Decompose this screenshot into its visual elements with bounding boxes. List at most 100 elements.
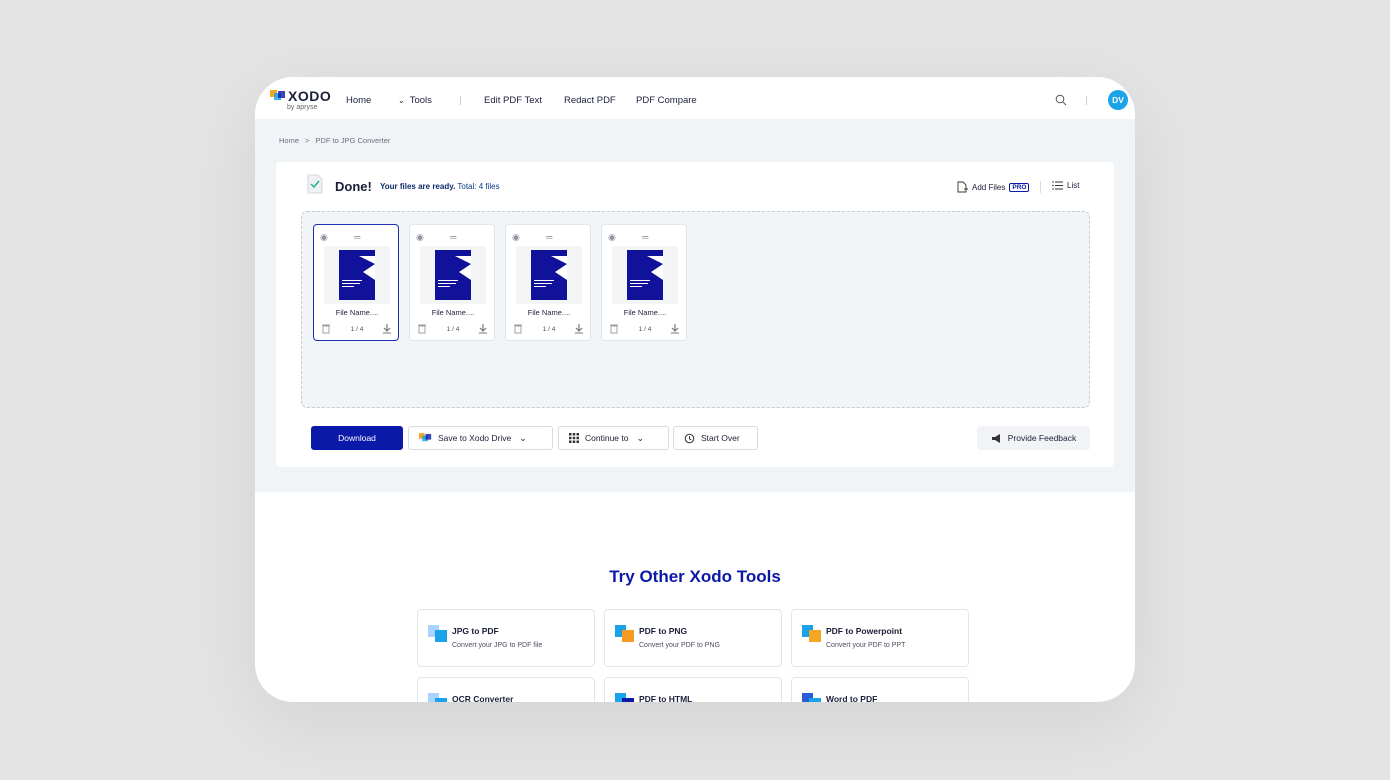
add-file-icon (957, 181, 968, 193)
list-label: List (1067, 181, 1080, 190)
eye-icon[interactable]: ◉ (608, 232, 616, 243)
grid-icon (569, 433, 579, 443)
file-thumbnail (516, 246, 582, 304)
add-files-label: Add Files (972, 182, 1006, 192)
page-graphic-icon (630, 256, 663, 287)
download-icon[interactable] (670, 323, 680, 334)
tool-card-pdf-to-png[interactable]: PDF to PNG Convert your PDF to PNG (604, 609, 782, 667)
tool-description: Convert your JPG to PDF file (452, 642, 543, 649)
tool-card-pdf-to-powerpoint[interactable]: PDF to Powerpoint Convert your PDF to PP… (791, 609, 969, 667)
status-title: Done! (335, 179, 372, 194)
logo-subtext: by apryse (287, 104, 318, 111)
tool-name: Word to PDF (826, 694, 878, 702)
pdf-to-html-icon (615, 693, 634, 702)
provide-feedback-label: Provide Feedback (1007, 433, 1077, 443)
file-done-icon (307, 174, 323, 194)
drag-handle-icon[interactable]: ═ (546, 232, 552, 242)
file-name: File Name.... (431, 308, 475, 317)
search-icon[interactable] (1055, 94, 1067, 106)
toolbar-divider (1040, 181, 1041, 193)
tool-card-pdf-to-html[interactable]: PDF to HTML (604, 677, 782, 702)
drag-handle-icon[interactable]: ═ (450, 232, 456, 242)
tool-name: PDF to Powerpoint (826, 626, 903, 636)
nav-edit-pdf-text[interactable]: Edit PDF Text (484, 95, 542, 106)
pdf-page-preview (339, 250, 375, 300)
page-graphic-icon (342, 256, 375, 287)
xodo-logo[interactable]: XODO by apryse (270, 88, 332, 112)
status-total: Total: 4 files (457, 182, 500, 191)
xodo-logo-icon (270, 90, 285, 100)
jpg-to-pdf-icon (428, 625, 447, 642)
pro-badge: PRO (1009, 182, 1030, 192)
nav-divider (1086, 96, 1087, 105)
download-icon[interactable] (574, 323, 584, 334)
download-icon[interactable] (478, 323, 488, 334)
tool-name: JPG to PDF (452, 626, 499, 636)
breadcrumb-current: PDF to JPG Converter (315, 136, 391, 145)
pdf-page-preview (435, 250, 471, 300)
tool-description: Convert your PDF to PPT (826, 642, 906, 649)
tool-name: OCR Converter (452, 694, 514, 702)
file-card[interactable]: ◉ ═ File Name.... 1 / 4 (409, 224, 495, 341)
logo-text: XODO (288, 88, 332, 104)
download-icon[interactable] (382, 323, 392, 334)
breadcrumb: Home > PDF to JPG Converter (279, 136, 390, 145)
pdf-page-preview (627, 250, 663, 300)
browser-window: XODO by apryse Home ⌄ Tools Edit PDF Text… (255, 77, 1135, 702)
tool-card-jpg-to-pdf[interactable]: JPG to PDF Convert your JPG to PDF file (417, 609, 595, 667)
word-to-pdf-icon (802, 693, 821, 702)
file-name: File Name.... (527, 308, 571, 317)
list-icon (1052, 181, 1063, 190)
xodo-drive-icon (419, 433, 432, 442)
nav-redact-pdf[interactable]: Redact PDF (564, 95, 616, 106)
breadcrumb-separator: > (305, 136, 310, 145)
chevron-down-icon: ⌄ (398, 96, 405, 105)
provide-feedback-button[interactable]: Provide Feedback (977, 426, 1090, 450)
history-icon (684, 433, 695, 443)
start-over-label: Start Over (701, 433, 740, 443)
avatar[interactable]: DV (1108, 90, 1128, 110)
file-thumbnail (324, 246, 390, 304)
page-graphic-icon (438, 256, 471, 287)
file-thumbnail (420, 246, 486, 304)
add-files-button[interactable]: Add Files PRO (957, 181, 1030, 193)
tool-description: Convert your PDF to PNG (639, 642, 720, 649)
tool-card-word-to-pdf[interactable]: Word to PDF (791, 677, 969, 702)
drag-handle-icon[interactable]: ═ (354, 232, 360, 242)
tool-card-ocr-converter[interactable]: OCR Converter (417, 677, 595, 702)
pdf-to-png-icon (615, 625, 634, 642)
file-name: File Name.... (335, 308, 379, 317)
nav-tools-label: Tools (409, 95, 432, 106)
continue-to-label: Continue to (585, 433, 629, 443)
nav-pdf-compare[interactable]: PDF Compare (636, 95, 697, 106)
file-card[interactable]: ◉ ═ File Name.... 1 / 4 (601, 224, 687, 341)
pdf-page-preview (531, 250, 567, 300)
nav-home[interactable]: Home (346, 95, 371, 106)
breadcrumb-home[interactable]: Home (279, 136, 299, 145)
download-button[interactable]: Download (311, 426, 403, 450)
file-thumbnail (612, 246, 678, 304)
status-ready: Your files are ready. (380, 182, 456, 191)
drag-handle-icon[interactable]: ═ (642, 232, 648, 242)
file-name: File Name.... (623, 308, 667, 317)
file-card[interactable]: ◉ ═ File Name.... 1 / 4 (505, 224, 591, 341)
megaphone-icon (991, 433, 1000, 443)
ocr-converter-icon (428, 693, 447, 702)
list-view-button[interactable]: List (1052, 181, 1079, 190)
start-over-button[interactable]: Start Over (673, 426, 758, 450)
eye-icon[interactable]: ◉ (416, 232, 424, 243)
eye-icon[interactable]: ◉ (512, 232, 520, 243)
continue-to-button[interactable]: Continue to ⌄ (558, 426, 669, 450)
top-nav: XODO by apryse Home ⌄ Tools Edit PDF Text… (255, 77, 1135, 119)
chevron-down-icon: ⌄ (636, 432, 645, 443)
tool-name: PDF to HTML (639, 694, 693, 702)
nav-tools[interactable]: ⌄ Tools (398, 95, 432, 106)
save-to-drive-button[interactable]: Save to Xodo Drive ⌄ (408, 426, 553, 450)
eye-icon[interactable]: ◉ (320, 232, 328, 243)
status-message: Your files are ready. Total: 4 files (380, 182, 500, 191)
tool-name: PDF to PNG (639, 626, 688, 636)
chevron-down-icon: ⌄ (519, 432, 527, 443)
save-to-drive-label: Save to Xodo Drive (438, 433, 512, 443)
file-card[interactable]: ◉ ═ File Name.... 1 / 4 (313, 224, 399, 341)
other-tools-title: Try Other Xodo Tools (609, 567, 781, 586)
